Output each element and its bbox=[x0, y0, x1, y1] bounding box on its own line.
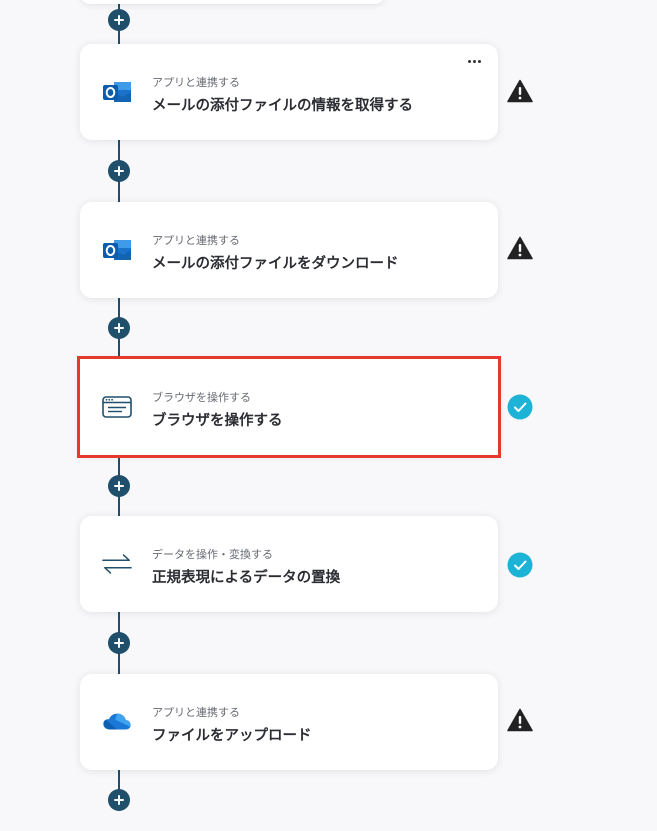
more-options-button[interactable] bbox=[464, 54, 484, 68]
more-dot-icon bbox=[467, 59, 471, 63]
plus-icon bbox=[114, 323, 124, 333]
previous-step-card[interactable] bbox=[80, 0, 385, 4]
plus-icon bbox=[114, 15, 124, 25]
more-dot-icon bbox=[477, 59, 481, 63]
swap-arrows-icon bbox=[102, 550, 132, 578]
step-card-download-attachment[interactable]: アプリと連携する メールの添付ファイルをダウンロード bbox=[80, 202, 498, 298]
warning-icon[interactable] bbox=[507, 707, 533, 733]
step-card-get-attachment-info[interactable]: アプリと連携する メールの添付ファイルの情報を取得する bbox=[80, 44, 498, 140]
more-dot-icon bbox=[472, 59, 476, 63]
step-title: 正規表現によるデータの置換 bbox=[152, 570, 341, 586]
add-step-button[interactable] bbox=[108, 632, 130, 654]
check-complete-icon[interactable] bbox=[507, 394, 533, 420]
browser-window-icon bbox=[102, 393, 132, 421]
add-step-button[interactable] bbox=[108, 789, 130, 811]
step-category: データを操作・変換する bbox=[152, 548, 273, 561]
add-step-button[interactable] bbox=[108, 160, 130, 182]
add-step-button[interactable] bbox=[108, 317, 130, 339]
step-category: ブラウザを操作する bbox=[152, 391, 251, 404]
step-card-upload-file[interactable]: アプリと連携する ファイルをアップロード bbox=[80, 674, 498, 770]
warning-icon[interactable] bbox=[507, 235, 533, 261]
step-category: アプリと連携する bbox=[152, 706, 240, 719]
plus-icon bbox=[114, 795, 124, 805]
step-title: ブラウザを操作する bbox=[152, 413, 283, 429]
step-title: メールの添付ファイルをダウンロード bbox=[152, 256, 399, 272]
plus-icon bbox=[114, 481, 124, 491]
outlook-icon bbox=[102, 236, 132, 264]
add-step-button[interactable] bbox=[108, 475, 130, 497]
step-title: メールの添付ファイルの情報を取得する bbox=[152, 98, 413, 114]
check-complete-icon[interactable] bbox=[507, 552, 533, 578]
outlook-icon bbox=[102, 78, 132, 106]
step-category: アプリと連携する bbox=[152, 76, 240, 89]
step-title: ファイルをアップロード bbox=[152, 728, 312, 744]
plus-icon bbox=[114, 166, 124, 176]
step-card-regex-replace[interactable]: データを操作・変換する 正規表現によるデータの置換 bbox=[80, 516, 498, 612]
onedrive-icon bbox=[102, 708, 132, 736]
plus-icon bbox=[114, 638, 124, 648]
warning-icon[interactable] bbox=[507, 78, 533, 104]
step-category: アプリと連携する bbox=[152, 234, 240, 247]
step-card-browser-operation[interactable]: ブラウザを操作する ブラウザを操作する bbox=[77, 356, 501, 458]
add-step-button[interactable] bbox=[108, 9, 130, 31]
